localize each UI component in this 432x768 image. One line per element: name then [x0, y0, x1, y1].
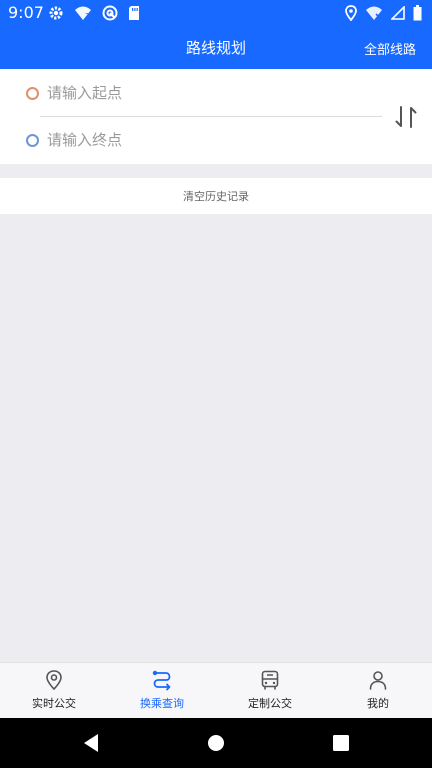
all-routes-button[interactable]: 全部线路 — [364, 39, 416, 58]
person-icon — [369, 671, 387, 690]
swap-arrows-icon — [395, 106, 417, 128]
recents-icon[interactable] — [332, 733, 350, 753]
start-input[interactable] — [47, 84, 367, 102]
bus-icon — [261, 670, 279, 690]
end-input[interactable] — [47, 131, 367, 149]
status-right-icons — [345, 4, 422, 22]
bottom-nav: 实时公交 换乘查询 定制公交 我的 — [0, 662, 432, 719]
svg-text:?: ? — [85, 12, 89, 21]
wifi-question-icon: ? — [75, 6, 91, 21]
wifi-x-icon — [366, 6, 382, 20]
home-icon[interactable] — [207, 733, 225, 753]
nav-label: 定制公交 — [248, 697, 292, 710]
end-row — [26, 129, 367, 151]
nav-item-mine[interactable]: 我的 — [324, 663, 432, 719]
location-icon — [345, 5, 357, 21]
swap-button[interactable] — [392, 103, 420, 131]
start-row — [26, 82, 367, 104]
route-icon — [152, 670, 171, 691]
status-time: 9:07 — [8, 3, 44, 22]
status-bar: 9:07 ? — [0, 0, 432, 25]
cast-icon — [102, 5, 118, 21]
clear-history-button[interactable]: 清空历史记录 — [0, 178, 432, 214]
app-bar: 路线规划 全部线路 — [0, 25, 432, 69]
system-nav-bar — [0, 718, 432, 768]
status-left-icons: ? — [48, 4, 140, 22]
sd-card-icon — [129, 6, 139, 20]
nav-item-transfer-query[interactable]: 换乘查询 — [108, 663, 216, 719]
route-divider — [40, 116, 382, 117]
nav-label: 换乘查询 — [140, 697, 184, 710]
nav-label: 我的 — [367, 697, 389, 710]
battery-icon — [413, 5, 422, 21]
end-dot-icon — [26, 133, 39, 147]
start-dot-icon — [26, 86, 39, 100]
signal-icon — [391, 6, 405, 20]
nav-label: 实时公交 — [32, 697, 76, 710]
route-panel — [0, 69, 432, 164]
location-pin-icon — [46, 670, 62, 691]
nav-item-custom-bus[interactable]: 定制公交 — [216, 663, 324, 719]
gear-icon — [49, 6, 63, 20]
nav-item-realtime-bus[interactable]: 实时公交 — [0, 663, 108, 719]
back-icon[interactable] — [82, 733, 100, 753]
